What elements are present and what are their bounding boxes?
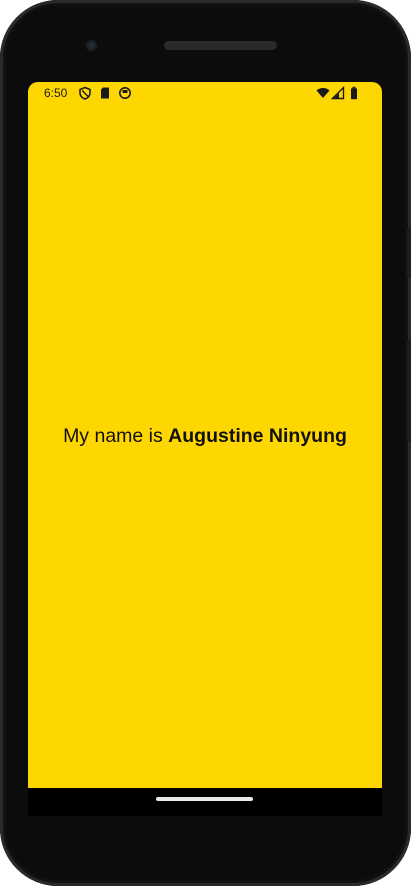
navigation-bar <box>28 788 382 816</box>
power-button <box>407 228 411 278</box>
status-bar: 6:50 <box>28 82 382 104</box>
phone-frame: 6:50 My name is Augustine Ninyung <box>0 0 411 886</box>
greeting-text: My name is Augustine Ninyung <box>28 425 382 448</box>
front-camera <box>86 40 97 51</box>
greeting-prefix: My name is <box>63 425 169 447</box>
wifi-icon <box>316 88 330 98</box>
cell-signal-icon <box>331 86 345 100</box>
name-text: Augustine Ninyung <box>168 425 347 447</box>
earpiece-speaker <box>164 41 277 50</box>
battery-icon <box>351 86 357 100</box>
sd-card-icon <box>101 87 109 99</box>
status-time: 6:50 <box>44 86 68 100</box>
app-screen: 6:50 My name is Augustine Ninyung <box>28 82 382 788</box>
vpn-shield-icon <box>79 86 91 100</box>
home-gesture-handle[interactable] <box>156 797 253 801</box>
app-notification-icon <box>119 87 131 99</box>
volume-button <box>407 340 411 442</box>
